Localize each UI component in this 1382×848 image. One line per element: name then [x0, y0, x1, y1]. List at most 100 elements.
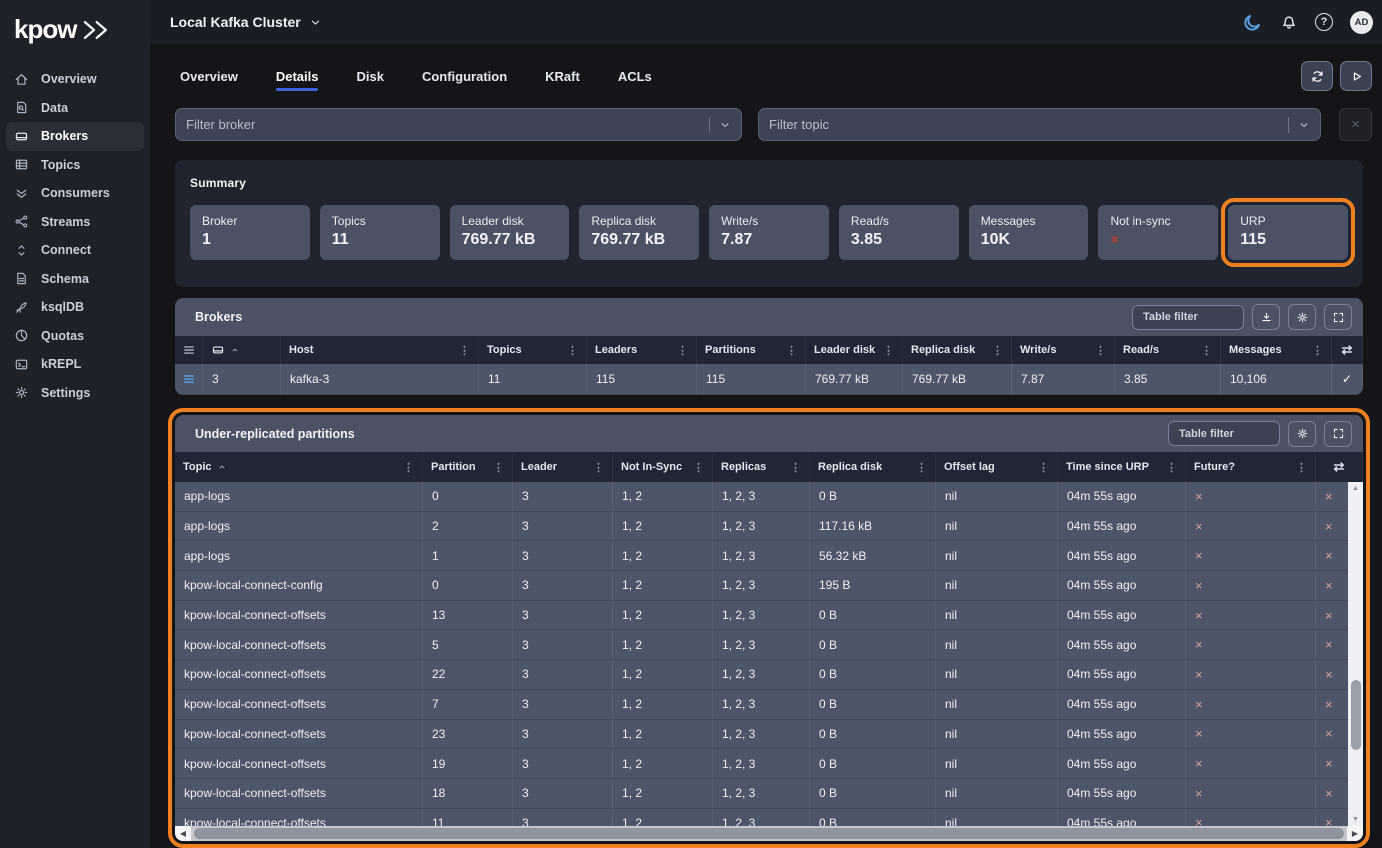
sidebar-item[interactable]: Brokers — [6, 122, 144, 151]
urp-table-row[interactable]: app-logs 1 3 1, 2 1, 2, 3 56.32 kB nil 0… — [175, 541, 1363, 571]
broker-filter-select[interactable] — [175, 108, 742, 141]
horizontal-scrollbar[interactable]: ◀ ▶ — [175, 826, 1363, 841]
column-menu-icon[interactable]: ⋮ — [1095, 344, 1106, 357]
sidebar-item[interactable]: Connect — [6, 236, 144, 265]
clear-filters-button[interactable]: × — [1339, 108, 1372, 141]
horizontal-scrollbar-thumb[interactable] — [194, 828, 1344, 839]
sort-asc-icon[interactable] — [217, 462, 227, 472]
column-menu-icon[interactable]: ⋮ — [790, 461, 801, 474]
avatar[interactable]: AD — [1350, 11, 1373, 34]
offset-lag-cell: nil — [936, 720, 1058, 749]
sidebar-item[interactable]: ksqlDB — [6, 293, 144, 322]
urp-table-row[interactable]: app-logs 0 3 1, 2 1, 2, 3 0 B nil 04m 55… — [175, 482, 1363, 512]
topbar: Local Kafka Cluster ? AD — [150, 0, 1382, 44]
urp-table-row[interactable]: kpow-local-connect-offsets 18 3 1, 2 1, … — [175, 779, 1363, 809]
urp-table-row[interactable]: kpow-local-connect-offsets 11 3 1, 2 1, … — [175, 809, 1363, 826]
row-menu-icon[interactable] — [182, 343, 196, 357]
expand-button[interactable] — [1324, 304, 1352, 330]
sidebar-item[interactable]: kREPL — [6, 350, 144, 379]
urp-table-row[interactable]: kpow-local-connect-offsets 19 3 1, 2 1, … — [175, 749, 1363, 779]
offset-lag-cell: nil — [936, 482, 1058, 511]
urp-table-row[interactable]: kpow-local-connect-offsets 23 3 1, 2 1, … — [175, 720, 1363, 750]
table-settings-button[interactable] — [1288, 421, 1316, 447]
dark-mode-moon-icon[interactable] — [1242, 12, 1263, 33]
download-button[interactable] — [1252, 304, 1280, 330]
sort-asc-icon[interactable] — [230, 345, 240, 355]
scroll-up-arrow[interactable]: ▲ — [1348, 482, 1363, 495]
brokers-table-row[interactable]: 3 kafka-3 11 115 115 769.77 kB 769.77 kB… — [175, 364, 1363, 395]
column-menu-icon[interactable]: ⋮ — [992, 344, 1003, 357]
column-menu-icon[interactable]: ⋮ — [459, 344, 470, 357]
cluster-selector[interactable]: Local Kafka Cluster — [170, 14, 322, 30]
topbar-actions: ? AD — [1242, 11, 1373, 34]
sidebar-item[interactable]: Settings — [6, 379, 144, 408]
tab[interactable]: ACLs — [618, 55, 652, 98]
page-actions — [1301, 61, 1372, 91]
column-menu-icon[interactable]: ⋮ — [677, 344, 688, 357]
summary-card[interactable]: Read/s 3.85 — [839, 205, 959, 260]
urp-table-row[interactable]: app-logs 2 3 1, 2 1, 2, 3 117.16 kB nil … — [175, 512, 1363, 542]
scroll-left-arrow[interactable]: ◀ — [175, 826, 191, 841]
column-menu-icon[interactable]: ⋮ — [1166, 461, 1177, 474]
column-menu-icon[interactable]: ⋮ — [1296, 461, 1307, 474]
scroll-right-arrow[interactable]: ▶ — [1347, 826, 1363, 841]
column-menu-icon[interactable]: ⋮ — [916, 461, 927, 474]
topic-filter-select[interactable] — [758, 108, 1321, 141]
sidebar-item[interactable]: Schema — [6, 265, 144, 294]
column-menu-icon[interactable]: ⋮ — [1312, 344, 1323, 357]
summary-card[interactable]: Not in-sync × — [1098, 205, 1218, 260]
column-menu-icon[interactable]: ⋮ — [593, 461, 604, 474]
urp-table-row[interactable]: kpow-local-connect-offsets 13 3 1, 2 1, … — [175, 601, 1363, 631]
broker-filter-input[interactable] — [186, 117, 703, 132]
summary-card[interactable]: Replica disk 769.77 kB — [579, 205, 699, 260]
play-button[interactable] — [1340, 61, 1372, 91]
tab[interactable]: Configuration — [422, 55, 507, 98]
summary-card[interactable]: Leader disk 769.77 kB — [450, 205, 570, 260]
urp-table-row[interactable]: kpow-local-connect-offsets 22 3 1, 2 1, … — [175, 660, 1363, 690]
topics-cell: 11 — [479, 364, 587, 394]
vertical-scrollbar-thumb[interactable] — [1351, 680, 1361, 750]
column-menu-icon[interactable]: ⋮ — [567, 344, 578, 357]
notifications-bell-icon[interactable] — [1280, 13, 1298, 31]
summary-card[interactable]: Topics 11 — [320, 205, 440, 260]
sidebar-item[interactable]: Topics — [6, 151, 144, 180]
urp-table-filter-input[interactable] — [1168, 421, 1280, 446]
scroll-down-arrow[interactable]: ▼ — [1348, 813, 1363, 826]
summary-card[interactable]: Messages 10K — [969, 205, 1089, 260]
column-menu-icon[interactable]: ⋮ — [693, 461, 704, 474]
summary-card[interactable]: Broker 1 — [190, 205, 310, 260]
vertical-scrollbar[interactable]: ▲ ▼ — [1348, 482, 1363, 826]
summary-card[interactable]: Write/s 7.87 — [709, 205, 829, 260]
not-in-sync-cell: 1, 2 — [613, 749, 713, 778]
sidebar-item[interactable]: Streams — [6, 208, 144, 237]
urp-table-row[interactable]: kpow-local-connect-offsets 7 3 1, 2 1, 2… — [175, 690, 1363, 720]
topic-filter-input[interactable] — [769, 117, 1282, 132]
expand-button[interactable] — [1324, 421, 1352, 447]
sidebar-item[interactable]: Consumers — [6, 179, 144, 208]
tab[interactable]: Disk — [356, 55, 383, 98]
tab[interactable]: KRaft — [545, 55, 580, 98]
sidebar-item[interactable]: Overview — [6, 65, 144, 94]
column-menu-icon[interactable]: ⋮ — [786, 344, 797, 357]
tab[interactable]: Overview — [180, 55, 238, 98]
topic-cell: kpow-local-connect-offsets — [175, 720, 423, 749]
column-menu-icon[interactable]: ⋮ — [1201, 344, 1212, 357]
table-settings-button[interactable] — [1288, 304, 1316, 330]
summary-card[interactable]: URP 115 — [1228, 205, 1348, 260]
help-icon[interactable]: ? — [1315, 13, 1333, 31]
chevron-down-icon[interactable] — [719, 119, 731, 131]
column-menu-icon[interactable]: ⋮ — [883, 344, 894, 357]
refresh-button[interactable] — [1301, 61, 1333, 91]
column-menu-icon[interactable]: ⋮ — [403, 461, 414, 474]
sidebar-item[interactable]: Quotas — [6, 322, 144, 351]
kpow-logo[interactable]: kpow — [0, 0, 150, 61]
row-menu-icon[interactable] — [182, 372, 196, 386]
sidebar-item[interactable]: Data — [6, 94, 144, 123]
urp-table-row[interactable]: kpow-local-connect-offsets 5 3 1, 2 1, 2… — [175, 630, 1363, 660]
urp-table-row[interactable]: kpow-local-connect-config 0 3 1, 2 1, 2,… — [175, 571, 1363, 601]
chevron-down-icon[interactable] — [1298, 119, 1310, 131]
tab[interactable]: Details — [276, 55, 319, 98]
column-menu-icon[interactable]: ⋮ — [1038, 461, 1049, 474]
brokers-table-filter-input[interactable] — [1132, 305, 1244, 330]
column-menu-icon[interactable]: ⋮ — [493, 461, 504, 474]
